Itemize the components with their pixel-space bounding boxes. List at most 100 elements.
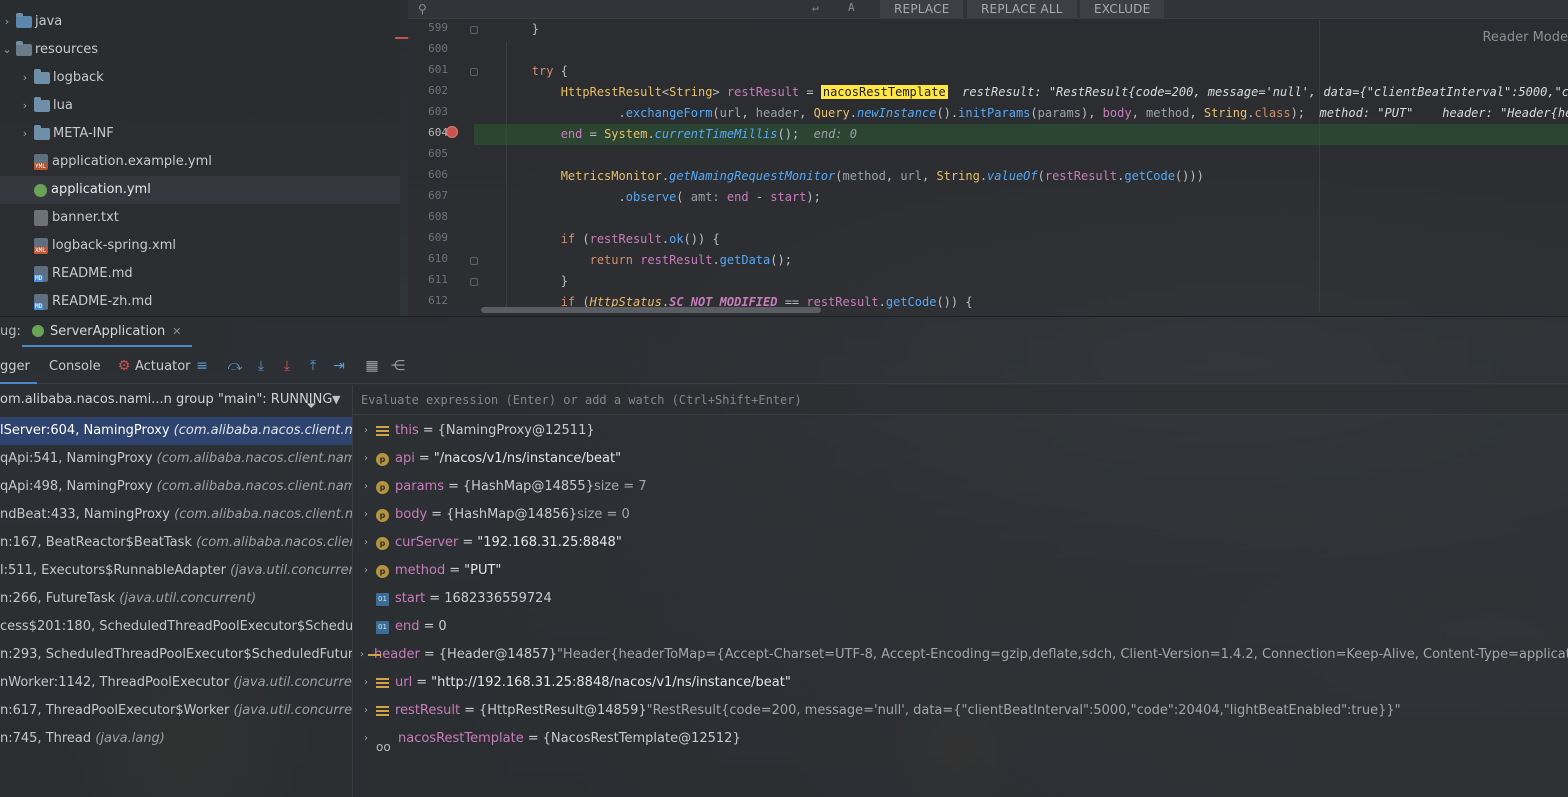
- chevron-right-icon[interactable]: ›: [360, 669, 372, 697]
- variable-row-api[interactable]: › p api = "/nacos/v1/ns/instance/beat": [353, 445, 1568, 473]
- stack-frame[interactable]: n:266, FutureTask (java.util.concurrent): [0, 585, 352, 613]
- breakpoint-icon[interactable]: [446, 126, 458, 138]
- tab-debugger[interactable]: gger: [0, 350, 37, 384]
- session-tab-server-application[interactable]: ServerApplication ✕: [22, 317, 192, 347]
- stack-frame[interactable]: ndBeat:433, NamingProxy (com.alibaba.nac…: [0, 501, 352, 529]
- spring-boot-icon: [32, 325, 44, 337]
- chevron-right-icon[interactable]: ›: [360, 557, 372, 585]
- frame-method: nWorker:1142, ThreadPoolExecutor: [0, 675, 234, 690]
- variable-row-url[interactable]: › url = "http://192.168.31.25:8848/nacos/v…: [353, 669, 1568, 697]
- step-out-icon[interactable]: ⤒: [305, 358, 321, 374]
- editor-gutter[interactable]: 599 600 601 602 603 604 605 606 607 608 …: [408, 19, 478, 316]
- stack-frame[interactable]: cess$201:180, ScheduledThreadPoolExecuto…: [0, 613, 352, 641]
- chevron-right-icon[interactable]: ›: [360, 641, 364, 669]
- tree-item-resources[interactable]: ⌄ resources: [0, 36, 400, 64]
- run-to-cursor-icon[interactable]: ⇥: [331, 358, 347, 374]
- stack-frame[interactable]: qApi:498, NamingProxy (com.alibaba.nacos…: [0, 473, 352, 501]
- chevron-right-icon[interactable]: ›: [360, 697, 372, 725]
- variable-row-start[interactable]: 01 start = 1682336559724: [353, 585, 1568, 613]
- tab-console[interactable]: Console: [49, 350, 101, 384]
- show-execution-point-icon[interactable]: ≡: [194, 358, 210, 374]
- tree-item-application-yml[interactable]: application.yml: [0, 176, 400, 204]
- variable-row-nacosresttemplate[interactable]: › oo nacosRestTemplate = {NacosRestTemplat…: [353, 725, 1568, 754]
- force-step-into-icon[interactable]: ⤓: [279, 358, 295, 374]
- stack-frame[interactable]: nWorker:1142, ThreadPoolExecutor (java.u…: [0, 669, 352, 697]
- parameter-icon: p: [376, 452, 389, 466]
- chevron-right-icon[interactable]: ›: [0, 8, 14, 36]
- frame-method: n:617, ThreadPoolExecutor$Worker: [0, 703, 234, 718]
- stack-frame[interactable]: n:745, Thread (java.lang): [0, 725, 352, 753]
- variable-value: {Header@14857}: [438, 647, 557, 662]
- variable-value: {NamingProxy@12511}: [437, 423, 595, 438]
- tree-item-logback-spring-xml[interactable]: XML logback-spring.xml: [0, 232, 400, 260]
- code-line: }: [474, 274, 568, 288]
- code-editor[interactable]: ⚲ ↵ A REPLACE REPLACE ALL EXCLUDE Reader…: [408, 0, 1568, 316]
- chevron-right-icon[interactable]: ›: [18, 120, 32, 148]
- variable-row-this[interactable]: › this = {NamingProxy@12511}: [353, 417, 1568, 445]
- step-into-icon[interactable]: ⤓: [253, 358, 269, 374]
- variable-extra: "RestResult{code=200, message='null', da…: [646, 703, 1401, 718]
- stack-frame[interactable]: n:617, ThreadPoolExecutor$Worker (java.u…: [0, 697, 352, 725]
- replace-button[interactable]: REPLACE: [880, 0, 964, 19]
- variable-row-end[interactable]: 01 end = 0: [353, 613, 1568, 641]
- stack-frame[interactable]: n:293, ScheduledThreadPoolExecutor$Sched…: [0, 641, 352, 669]
- tree-item-meta-inf[interactable]: › META-INF: [0, 120, 400, 148]
- tab-actuator[interactable]: Actuator: [135, 350, 191, 384]
- chevron-right-icon[interactable]: ›: [18, 92, 32, 120]
- thread-selector[interactable]: om.alibaba.nacos.nami...n group "main": …: [0, 385, 352, 415]
- match-case-icon[interactable]: A: [848, 1, 855, 14]
- line-number: 610: [428, 252, 448, 265]
- evaluate-expression-icon[interactable]: ▦: [364, 358, 380, 374]
- chevron-right-icon[interactable]: ›: [360, 473, 372, 501]
- variable-row-params[interactable]: › p params = {HashMap@14855} size = 7: [353, 473, 1568, 501]
- parameter-icon: p: [376, 480, 389, 494]
- stack-frame[interactable]: lServer:604, NamingProxy (com.alibaba.na…: [0, 417, 352, 445]
- stack-frame[interactable]: l:511, Executors$RunnableAdapter (java.u…: [0, 557, 352, 585]
- variable-row-restresult[interactable]: › restResult = {HttpRestResult@14859} "Res…: [353, 697, 1568, 725]
- chevron-right-icon[interactable]: ›: [360, 529, 372, 557]
- frame-method: ndBeat:433, NamingProxy: [0, 507, 175, 522]
- horizontal-scrollbar[interactable]: [481, 307, 821, 313]
- stack-frame[interactable]: qApi:541, NamingProxy (com.alibaba.nacos…: [0, 445, 352, 473]
- step-over-icon[interactable]: ⤼: [227, 358, 243, 374]
- chevron-right-icon[interactable]: ›: [360, 417, 372, 445]
- line-number: 601: [428, 63, 448, 76]
- tree-item-logback[interactable]: › logback: [0, 64, 400, 92]
- tree-item-label: logback-spring.xml: [52, 238, 176, 253]
- enter-icon[interactable]: ↵: [812, 1, 819, 14]
- code-line: MetricsMonitor.getNamingRequestMonitor(m…: [560, 169, 1204, 183]
- tree-item-application-example-yml[interactable]: YML application.example.yml: [0, 148, 400, 176]
- evaluate-expression-input[interactable]: Evaluate expression (Enter) or add a wat…: [353, 385, 1568, 415]
- variable-name: this: [395, 423, 419, 438]
- chevron-right-icon[interactable]: ›: [18, 64, 32, 92]
- frame-method: qApi:498, NamingProxy: [0, 479, 157, 494]
- chevron-right-icon[interactable]: ›: [360, 725, 372, 753]
- variable-row-curserver[interactable]: › p curServer = "192.168.31.25:8848": [353, 529, 1568, 557]
- close-icon[interactable]: ✕: [172, 325, 181, 338]
- object-field-icon: [376, 706, 389, 716]
- chevron-right-icon[interactable]: ›: [360, 501, 372, 529]
- line-number: 599: [428, 21, 448, 34]
- tree-item-banner-txt[interactable]: banner.txt: [0, 204, 400, 232]
- tree-item-readme-md[interactable]: MD README.md: [0, 260, 400, 288]
- chevron-right-icon[interactable]: ›: [360, 445, 372, 473]
- tree-item-readme-zh-md[interactable]: MD README-zh.md: [0, 288, 400, 316]
- variable-row-method[interactable]: › p method = "PUT": [353, 557, 1568, 585]
- stack-frame[interactable]: n:167, BeatReactor$BeatTask (com.alibaba…: [0, 529, 352, 557]
- chevron-down-icon[interactable]: ▼: [332, 385, 340, 415]
- replace-all-button[interactable]: REPLACE ALL: [967, 0, 1077, 19]
- exclude-button[interactable]: EXCLUDE: [1080, 0, 1165, 19]
- folder-icon: [34, 69, 50, 84]
- frame-package: (java.util.concurrent): [233, 703, 352, 718]
- search-icon[interactable]: ⚲: [418, 2, 427, 16]
- chevron-down-icon[interactable]: ⌄: [0, 36, 14, 64]
- tree-item-java[interactable]: › java: [0, 8, 400, 36]
- code-line: }: [474, 22, 540, 36]
- variable-row-header[interactable]: › header = {Header@14857} "Header{headerTo…: [353, 641, 1568, 669]
- trace-current-stream-icon[interactable]: ⋲: [390, 358, 406, 374]
- frame-method: n:167, BeatReactor$BeatTask: [0, 535, 197, 550]
- debug-toolbar: gger Console ⚙ Actuator ≡ ⤼ ⤓ ⤓ ⤒ ⇥ ▦ ⋲: [0, 350, 1568, 384]
- tree-item-lua[interactable]: › lua: [0, 92, 400, 120]
- variable-row-body[interactable]: › p body = {HashMap@14856} size = 0: [353, 501, 1568, 529]
